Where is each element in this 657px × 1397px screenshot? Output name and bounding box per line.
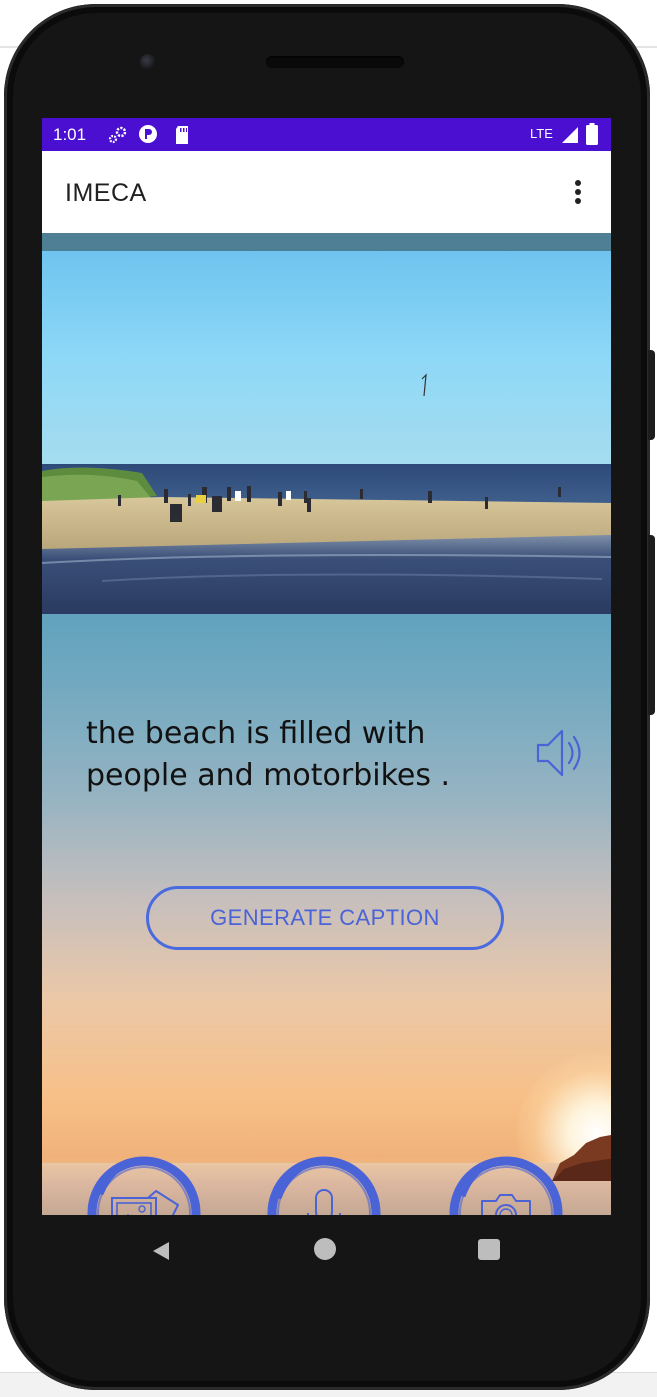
more-vert-icon[interactable] [566,177,590,207]
status-bar: 1:01 LTE [42,118,611,151]
status-time: 1:01 [53,125,87,144]
mic-icon [307,1189,341,1215]
network-type: LTE [530,126,553,141]
gallery-button[interactable] [84,1153,204,1215]
microphone-button[interactable] [264,1153,384,1215]
volume-rocker[interactable] [648,535,655,715]
google-play-icon [139,125,157,143]
main-content: the beach is filled with people and moto… [42,233,611,1215]
speaker-icon[interactable] [532,723,592,783]
back-icon[interactable] [150,1240,172,1262]
power-button[interactable] [648,350,655,440]
home-icon[interactable] [314,1238,336,1260]
gallery-icon [111,1190,179,1215]
generate-caption-button[interactable]: GENERATE CAPTION [146,886,504,950]
device-screen: 1:01 LTE IMECA the beach is filled with … [42,118,611,1215]
app-title: IMECA [65,179,147,207]
earpiece-speaker [266,56,404,68]
camera-icon [481,1194,531,1215]
caption-text: the beach is filled with people and moto… [86,716,451,793]
battery-icon [586,123,598,145]
system-nav-bar [42,1215,611,1285]
sd-card-icon [176,126,188,144]
photo-frame-band [42,233,611,251]
settings-gear-icon [108,126,127,144]
recents-icon[interactable] [478,1239,500,1260]
app-bar: IMECA [42,151,611,233]
camera-button[interactable] [446,1153,566,1215]
beach-photo[interactable] [42,251,611,614]
signal-icon [562,127,578,143]
front-camera [140,54,156,70]
